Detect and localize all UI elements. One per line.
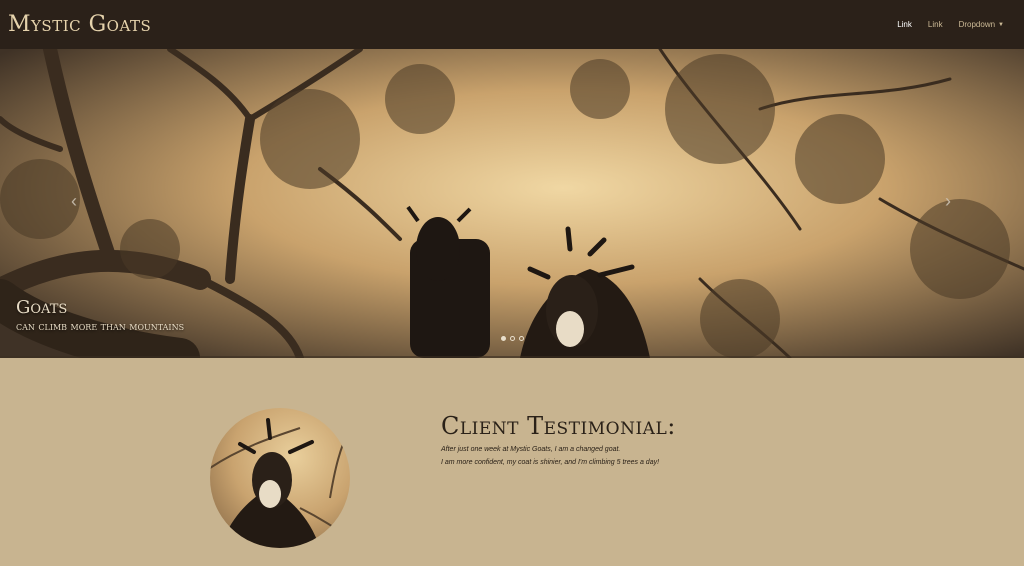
- carousel-indicators: [501, 336, 524, 341]
- navbar: Mystic Goats Link Link Dropdown ▼: [0, 0, 1024, 49]
- nav-link-2[interactable]: Link: [920, 20, 951, 29]
- goat-avatar: [210, 408, 350, 548]
- carousel-divider: [0, 356, 1024, 358]
- indicator-3[interactable]: [519, 336, 524, 341]
- caret-down-icon: ▼: [998, 21, 1004, 28]
- carousel-next-icon[interactable]: ›: [938, 189, 958, 213]
- testimonial-line-2: I am more confident, my coat is shinier,…: [441, 459, 660, 466]
- indicator-1[interactable]: [501, 336, 506, 341]
- hero-carousel: ‹ › Goats can climb more than mountains: [0, 49, 1024, 358]
- brand-logo[interactable]: Mystic Goats: [8, 12, 151, 37]
- nav-dropdown-label: Dropdown: [958, 20, 996, 29]
- nav-link-1[interactable]: Link: [889, 20, 920, 29]
- carousel-caption: Goats can climb more than mountains: [16, 297, 184, 333]
- caption-title: Goats: [16, 297, 68, 318]
- testimonial: Client Testimonial: After just one week …: [441, 412, 1001, 466]
- indicator-2[interactable]: [510, 336, 515, 341]
- testimonial-heading: Client Testimonial:: [441, 412, 676, 440]
- nav-dropdown[interactable]: Dropdown ▼: [951, 20, 1012, 29]
- caption-subtitle: can climb more than mountains: [16, 320, 185, 333]
- testimonial-line-1: After just one week at Mystic Goats, I a…: [441, 446, 621, 453]
- nav-links: Link Link Dropdown ▼: [889, 20, 1012, 29]
- carousel-prev-icon[interactable]: ‹: [64, 189, 84, 213]
